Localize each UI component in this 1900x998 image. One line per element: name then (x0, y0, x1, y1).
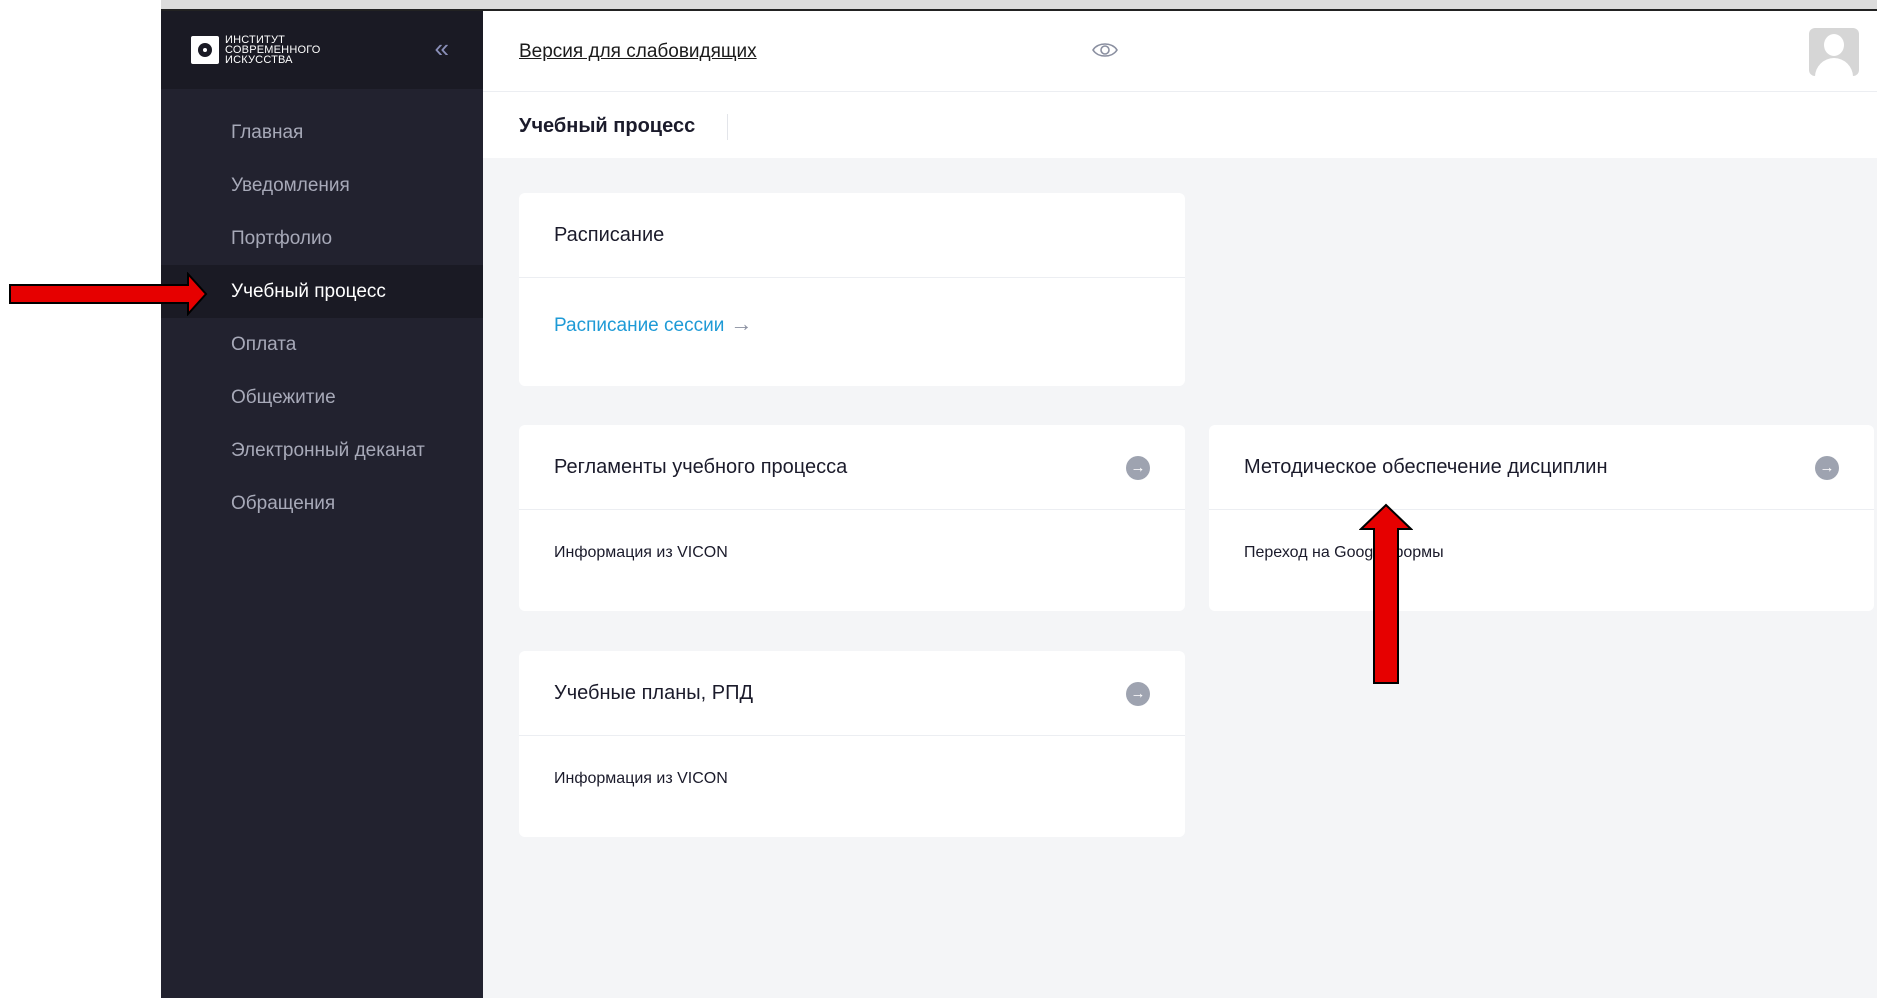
sidebar-nav: Главная Уведомления Портфолио Учебный пр… (161, 106, 483, 530)
methodical-card-header: Методическое обеспечение дисциплин (1209, 425, 1874, 510)
arrow-right-icon: → (730, 311, 753, 336)
arrow-circle-right-icon[interactable] (1126, 456, 1150, 480)
study-plans-card-description: Информация из VICON (554, 770, 728, 787)
sidebar-item-portfolio[interactable]: Портфолио (161, 212, 483, 265)
logo-line-3: ИСКУССТВА (225, 54, 293, 66)
user-avatar[interactable] (1809, 28, 1859, 76)
logo-text[interactable]: ИНСТИТУТ СОВРЕМЕННОГО ИСКУССТВА (225, 35, 321, 66)
collapse-sidebar-icon[interactable]: « (435, 35, 449, 61)
sidebar-item-payment[interactable]: Оплата (161, 318, 483, 371)
sidebar-item-notifications[interactable]: Уведомления (161, 159, 483, 212)
logo-icon[interactable] (191, 36, 219, 64)
session-schedule-link[interactable]: Расписание сессии → (554, 311, 752, 337)
app-window: ИНСТИТУТ СОВРЕМЕННОГО ИСКУССТВА « Главна… (161, 11, 1877, 998)
schedule-card-header: Расписание (519, 193, 1185, 278)
eye-icon[interactable] (1091, 39, 1119, 61)
regulations-card-description: Информация из VICON (554, 544, 728, 561)
page-title: Учебный процесс (519, 115, 696, 137)
arrow-circle-right-icon[interactable] (1815, 456, 1839, 480)
top-bar: Версия для слабовидящих (483, 11, 1877, 92)
arrow-circle-right-icon[interactable] (1126, 682, 1150, 706)
page-header: Учебный процесс (483, 92, 1877, 158)
schedule-card-title: Расписание (554, 224, 665, 246)
title-divider (727, 114, 728, 140)
avatar-head-shape (1824, 34, 1844, 56)
sidebar-item-e-deanery[interactable]: Электронный деканат (161, 424, 483, 477)
methodical-card-description: Переход на Google формы (1244, 544, 1444, 561)
methodical-card-title: Методическое обеспечение дисциплин (1244, 456, 1608, 478)
window-top-border (161, 0, 1877, 11)
sidebar-item-dormitory[interactable]: Общежитие (161, 371, 483, 424)
accessibility-version-link[interactable]: Версия для слабовидящих (519, 41, 757, 63)
regulations-card-header: Регламенты учебного процесса (519, 425, 1185, 510)
avatar-body-shape (1815, 58, 1853, 76)
methodical-support-card[interactable]: Методическое обеспечение дисциплин Перех… (1209, 425, 1874, 611)
annotation-arrow-up-icon (1359, 503, 1413, 684)
study-plans-card-title: Учебные планы, РПД (554, 682, 753, 704)
session-schedule-link-label: Расписание сессии (554, 315, 725, 336)
sidebar: ИНСТИТУТ СОВРЕМЕННОГО ИСКУССТВА « Главна… (161, 11, 483, 998)
brand-header: ИНСТИТУТ СОВРЕМЕННОГО ИСКУССТВА « (161, 11, 483, 89)
sidebar-item-study-process[interactable]: Учебный процесс (161, 265, 483, 318)
regulations-card-title: Регламенты учебного процесса (554, 456, 848, 478)
study-plans-card-header: Учебные планы, РПД (519, 651, 1185, 736)
regulations-card[interactable]: Регламенты учебного процесса Информация … (519, 425, 1185, 611)
sidebar-item-requests[interactable]: Обращения (161, 477, 483, 530)
study-plans-card[interactable]: Учебные планы, РПД Информация из VICON (519, 651, 1185, 837)
main-content: Версия для слабовидящих Учебный процесс … (483, 11, 1877, 998)
schedule-card: Расписание Расписание сессии → (519, 193, 1185, 386)
annotation-arrow-right-icon (9, 272, 208, 316)
sidebar-item-home[interactable]: Главная (161, 106, 483, 159)
